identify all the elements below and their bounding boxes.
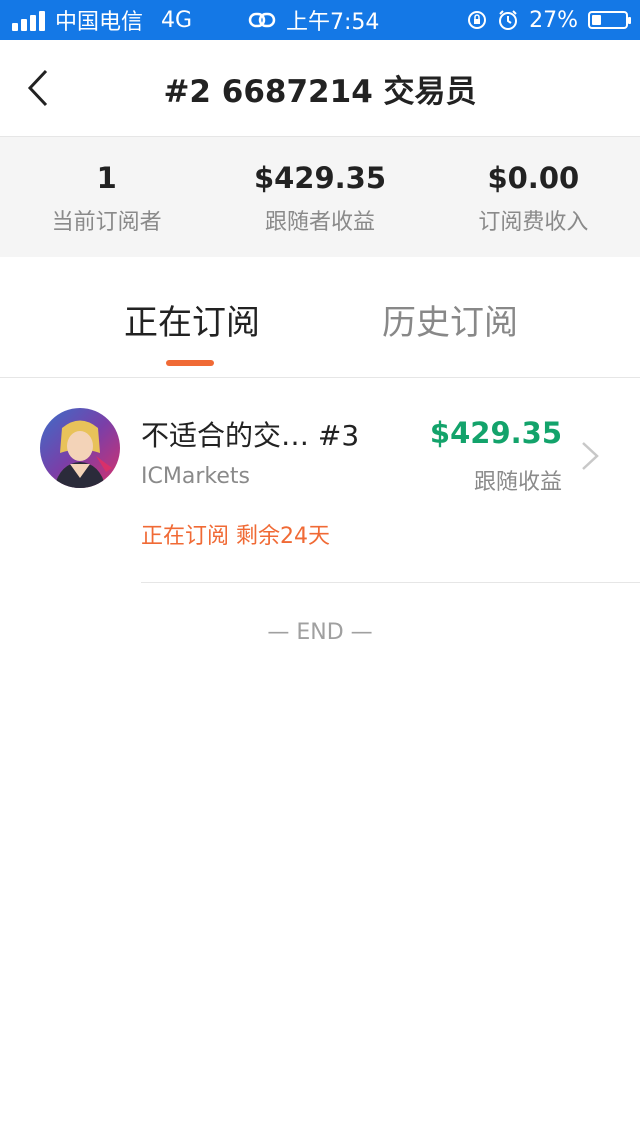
follow-profit-amount: $429.35 <box>429 416 562 450</box>
page-title: #2 6687214 交易员 <box>163 73 477 110</box>
tab-current-subscriptions[interactable]: 正在订阅 <box>124 295 260 344</box>
trader-name: 不适合的交… #3 <box>141 419 360 452</box>
network-label: 4G <box>161 7 193 33</box>
stats-panel: 1 当前订阅者 $429.35 跟随者收益 $0.00 订阅费收入 <box>0 137 640 257</box>
tab-bar: 正在订阅 历史订阅 <box>0 257 640 378</box>
stat-subscription-income: $0.00 订阅费收入 <box>427 137 640 257</box>
alarm-icon <box>499 10 518 30</box>
list-item[interactable]: 不适合的交… #3 ICMarkets 正在订阅 剩余24天 $429.35 跟… <box>0 378 640 583</box>
stat-label: 跟随者收益 <box>264 210 375 235</box>
broker-name: ICMarkets <box>141 464 250 489</box>
link-icon <box>248 12 276 28</box>
battery-icon <box>588 11 631 29</box>
tab-history-subscriptions[interactable]: 历史订阅 <box>382 295 518 344</box>
stat-current-subscribers: 1 当前订阅者 <box>0 137 213 257</box>
carrier-label: 中国电信 <box>55 10 144 35</box>
clock-label: 上午7:54 <box>286 10 380 35</box>
nav-bar: #2 6687214 交易员 <box>0 40 640 137</box>
stat-follower-profit: $429.35 跟随者收益 <box>213 137 426 257</box>
subscription-status: 正在订阅 剩余24天 <box>141 524 330 549</box>
stat-value: $0.00 <box>487 161 580 195</box>
rotation-lock-icon <box>468 11 487 29</box>
stat-label: 当前订阅者 <box>51 210 162 235</box>
divider <box>141 582 640 583</box>
active-tab-indicator <box>166 360 214 366</box>
chevron-right-icon <box>582 442 599 470</box>
avatar <box>40 408 120 488</box>
signal-icon <box>12 9 45 31</box>
stat-label: 订阅费收入 <box>478 210 589 235</box>
battery-percent: 27% <box>529 7 578 33</box>
stat-value: $429.35 <box>253 161 387 195</box>
follow-profit-label: 跟随收益 <box>473 470 562 495</box>
end-marker: — END — <box>267 620 373 645</box>
stat-value: 1 <box>96 161 117 195</box>
status-bar: 中国电信 4G 上午7:54 27% <box>0 0 640 40</box>
